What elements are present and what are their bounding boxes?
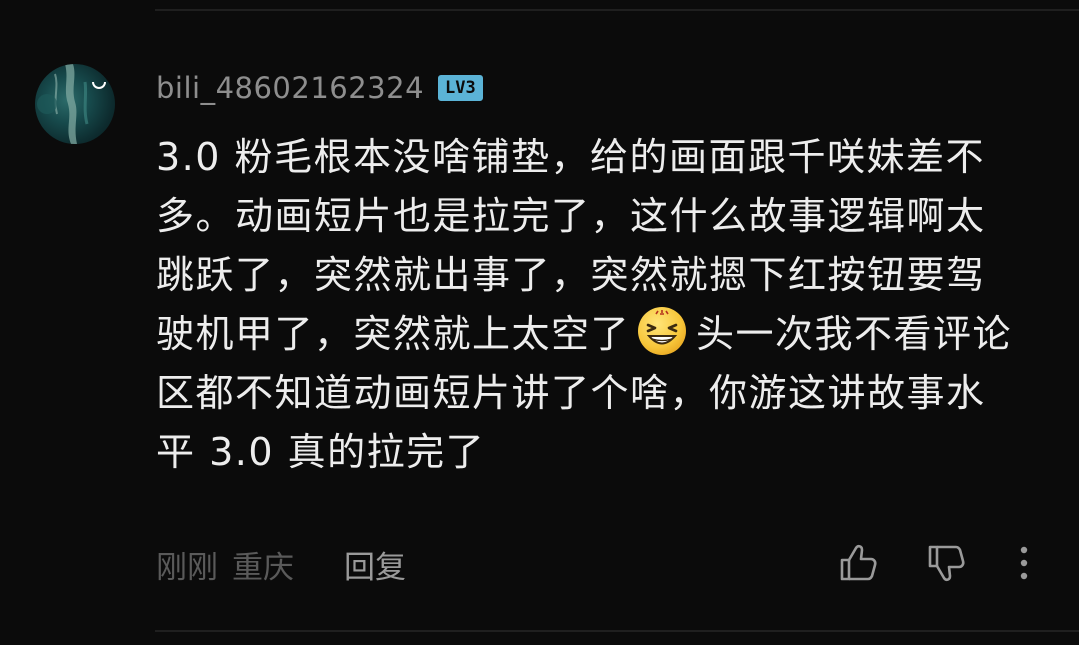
bottom-divider <box>155 630 1079 632</box>
thumbs-down-icon <box>928 545 965 582</box>
more-vertical-icon <box>1020 546 1028 580</box>
comment-line-with-emoji: 驶机甲了，突然就上太空了 头一次我不看评论 <box>156 305 1056 364</box>
comment-footer: 刚刚 重庆 回复 <box>156 542 406 586</box>
comment-line: 区都不知道动画短片讲了个啥，你游这讲故事水 <box>156 371 986 415</box>
more-button[interactable] <box>1002 540 1046 586</box>
like-button[interactable] <box>836 540 882 586</box>
comment-line: 3.0 粉毛根本没啥铺垫，给的画面跟千咲妹差不 <box>156 135 986 179</box>
username[interactable]: bili_48602162324 <box>156 71 424 105</box>
comment-line-part: 头一次我不看评论 <box>696 312 1013 356</box>
comment-text: 3.0 粉毛根本没啥铺垫，给的画面跟千咲妹差不 多。动画短片也是拉完了，这什么故… <box>156 128 1056 482</box>
comment-line-part: 驶机甲了，突然就上太空了 <box>156 312 631 356</box>
comment-location: 重庆 <box>232 549 294 586</box>
comment-line: 跳跃了，突然就出事了，突然就摁下红按钮要驾 <box>156 253 986 297</box>
avatar[interactable] <box>35 64 115 144</box>
comment-time: 刚刚 <box>156 549 218 586</box>
username-row: bili_48602162324 LV3 <box>156 68 483 108</box>
reply-button[interactable]: 回复 <box>344 542 406 587</box>
avatar-image <box>37 64 106 144</box>
comment-line: 多。动画短片也是拉完了，这什么故事逻辑啊太 <box>156 194 986 238</box>
dislike-button[interactable] <box>924 540 970 586</box>
grinning-squint-face-emoji <box>638 307 687 355</box>
top-divider <box>155 9 1079 11</box>
thumbs-up-icon <box>840 544 877 581</box>
comment-page: bili_48602162324 LV3 3.0 粉毛根本没啥铺垫，给的画面跟千… <box>0 0 1079 645</box>
comment-line: 平 3.0 真的拉完了 <box>156 430 486 474</box>
level-badge: LV3 <box>438 75 483 101</box>
